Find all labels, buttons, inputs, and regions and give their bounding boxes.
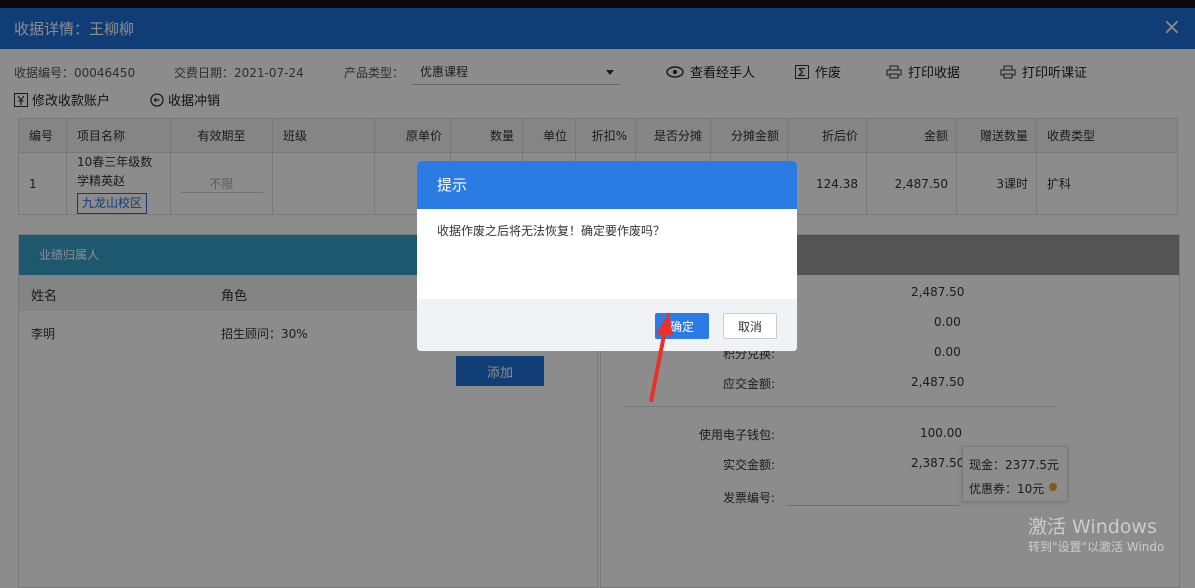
activation-watermark-sub: 转到"设置"以激活 Windo	[1028, 540, 1165, 554]
dialog-footer: 确定 取消	[417, 299, 797, 351]
dialog-title: 提示	[417, 161, 797, 209]
activation-watermark: 激活 Windows	[1028, 516, 1157, 538]
confirm-dialog: 提示 收据作废之后将无法恢复！确定要作废吗？ 确定 取消	[417, 161, 797, 351]
cancel-button[interactable]: 取消	[723, 313, 777, 339]
red-arrow-icon	[649, 312, 673, 403]
dialog-message: 收据作废之后将无法恢复！确定要作废吗？	[437, 224, 666, 238]
